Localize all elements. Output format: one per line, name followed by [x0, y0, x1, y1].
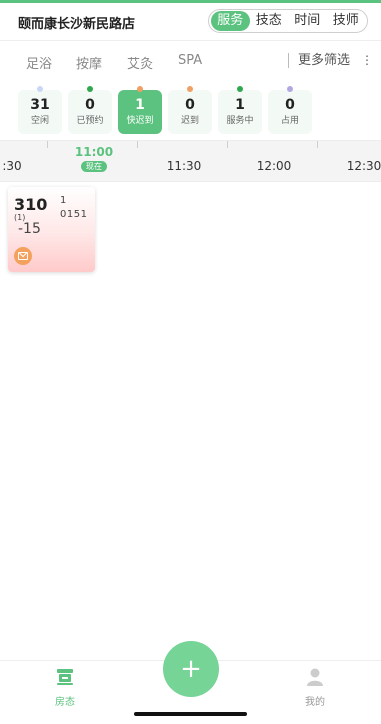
stat-count: 0: [185, 97, 195, 113]
status-dot: [287, 86, 293, 92]
timeline-tick: [47, 141, 48, 148]
user-icon: [307, 668, 323, 686]
segment-time[interactable]: 时间: [288, 11, 327, 31]
more-vertical-icon[interactable]: ⋮: [361, 53, 373, 68]
timeline-tick: [137, 141, 138, 148]
stat-label: 迟到: [180, 116, 199, 126]
timeline-label: 12:00: [256, 159, 292, 173]
room-number: 310: [14, 195, 48, 214]
tab-label: 我的: [305, 697, 325, 708]
room-guest-count: 1: [60, 195, 67, 206]
stat-label: 已预约: [76, 116, 104, 126]
timeline-now-time: 11:00: [74, 145, 114, 159]
category-tab-moxibustion[interactable]: 艾灸: [127, 53, 153, 72]
stat-count: 0: [85, 97, 95, 113]
more-filter-button[interactable]: 更多筛选: [288, 53, 350, 68]
stat-count: 0: [285, 97, 295, 113]
stat-card-occupied[interactable]: 0 占用: [268, 86, 312, 134]
stat-count: 1: [135, 97, 145, 113]
stat-label: 服务中: [226, 116, 254, 126]
category-tab-massage[interactable]: 按摩: [76, 53, 102, 72]
stat-label: 快迟到: [126, 116, 154, 126]
segment-technician[interactable]: 技师: [327, 11, 366, 31]
timeline-label: 12:30: [346, 159, 381, 173]
tab-label: 房态: [55, 697, 75, 708]
stat-count: 31: [30, 97, 50, 113]
room-card[interactable]: 310 (1) -15 1 0151: [8, 187, 95, 272]
segment-tech-status[interactable]: 技态: [250, 11, 289, 31]
header: 颐而康长沙新民路店 服务 技态 时间 技师: [0, 3, 381, 41]
tab-room-status[interactable]: 房态: [35, 667, 95, 708]
home-indicator: [134, 712, 247, 716]
stat-card-booked[interactable]: 0 已预约: [68, 86, 112, 134]
timeline-tick: [227, 141, 228, 148]
timeline-label: 11:30: [166, 159, 202, 173]
stat-label: 占用: [280, 116, 299, 126]
stat-count: 1: [235, 97, 245, 113]
room-status-icon: [57, 669, 73, 685]
timeline-now-badge: 现在: [81, 161, 107, 172]
status-dot: [37, 86, 43, 92]
stat-card-in-service[interactable]: 1 服务中: [218, 86, 262, 134]
stat-card-late[interactable]: 0 迟到: [168, 86, 212, 134]
room-order-code: 0151: [60, 209, 88, 220]
view-segmented-control: 服务 技态 时间 技师: [208, 9, 368, 33]
category-tab-spa[interactable]: SPA: [178, 53, 202, 68]
stat-label: 空闲: [30, 116, 49, 126]
category-tab-foot-bath[interactable]: 足浴: [26, 53, 52, 72]
status-dot: [137, 86, 143, 92]
status-summary: 31 空闲 0 已预约 1 快迟到 0 迟到 1 服务中 0 占用: [0, 86, 381, 134]
envelope-icon[interactable]: [14, 247, 32, 265]
segment-service[interactable]: 服务: [211, 11, 250, 31]
store-name[interactable]: 颐而康长沙新民路店: [18, 13, 135, 32]
timeline-ruler[interactable]: :30 11:00 现在 11:30 12:00 12:30: [0, 140, 381, 182]
tab-mine[interactable]: 我的: [285, 667, 345, 708]
status-dot: [87, 86, 93, 92]
timeline-label: :30: [2, 159, 22, 173]
add-button[interactable]: +: [163, 641, 219, 697]
status-dot: [237, 86, 243, 92]
stat-card-almost-late[interactable]: 1 快迟到: [118, 86, 162, 134]
room-time-diff: -15: [18, 221, 41, 237]
status-dot: [187, 86, 193, 92]
stat-card-idle[interactable]: 31 空闲: [18, 86, 62, 134]
category-tabs: 足浴 按摩 艾灸 SPA 更多筛选 ⋮: [0, 44, 381, 80]
timeline-tick: [317, 141, 318, 148]
